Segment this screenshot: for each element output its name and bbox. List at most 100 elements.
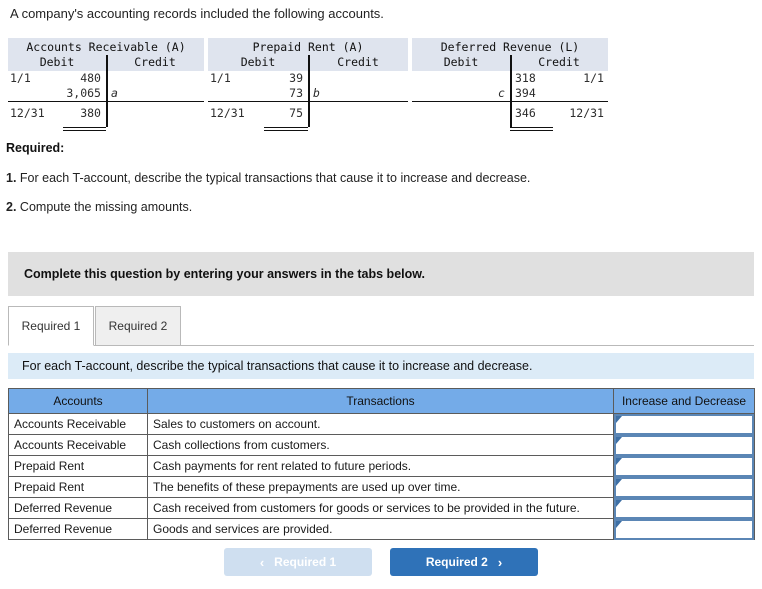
t-account-debit-amount: 380: [80, 106, 101, 120]
previous-required-1-button[interactable]: ‹ Required 1: [224, 548, 372, 576]
t-account-3: Deferred Revenue (L) Debit Credit 318 1/1 c 39…: [412, 38, 608, 131]
cell-account: Accounts Receivable: [8, 434, 148, 456]
t-account-center-line: [308, 71, 310, 86]
t-account-debit-amount: 39: [289, 71, 303, 85]
t-account-row: 3,065 a: [8, 86, 204, 101]
t-account-debit-amount: 73: [289, 86, 303, 100]
t-account-credit-label: 346: [515, 106, 536, 120]
cell-increase-decrease: [613, 413, 755, 435]
t-account-credit-amount: [163, 106, 204, 121]
t-account-balance-row: 12/31 75: [208, 106, 408, 121]
t-account-body: 318 1/1 c 394 346 12/31: [412, 71, 608, 131]
t-account-center-line: [308, 86, 310, 101]
t-account-column-headers: Debit Credit: [208, 55, 408, 72]
select-marker-icon: [616, 437, 622, 444]
tab-required-1[interactable]: Required 1: [8, 306, 94, 346]
increase-decrease-select[interactable]: [614, 435, 754, 456]
t-account-title: Accounts Receivable (A): [8, 38, 204, 55]
t-account-center-line: [106, 71, 108, 86]
cell-account: Deferred Revenue: [8, 518, 148, 540]
t-account-credit-header: Credit: [134, 55, 176, 69]
required-item-1-text: For each T-account, describe the typical…: [19, 171, 531, 185]
increase-decrease-select[interactable]: [614, 498, 754, 519]
increase-decrease-select[interactable]: [614, 414, 754, 435]
t-account-credit-label: a: [111, 86, 118, 100]
t-account-debit-header: Debit: [39, 55, 75, 69]
table-row: Prepaid Rent Cash payments for rent relat…: [8, 455, 755, 477]
t-account-credit-amount: [163, 71, 204, 86]
t-account-debit-header: Debit: [443, 55, 479, 69]
cell-transaction: Cash payments for rent related to future…: [147, 455, 614, 477]
next-required-2-button[interactable]: Required 2 ›: [390, 548, 538, 576]
col-header-transactions: Transactions: [147, 388, 614, 414]
t-account-debit-label: [412, 71, 453, 86]
t-account-row: 73 b: [208, 86, 408, 101]
t-account-credit-header: Credit: [538, 55, 580, 69]
increase-decrease-select[interactable]: [614, 477, 754, 498]
t-account-credit-amount: [163, 86, 204, 101]
table-row: Prepaid Rent The benefits of these prepay…: [8, 476, 755, 498]
callout-text: Complete this question by entering your …: [24, 267, 425, 281]
select-marker-icon: [616, 458, 622, 465]
t-account-center-line: [510, 121, 512, 127]
cell-transaction: Cash collections from customers.: [147, 434, 614, 456]
t-account-credit-amount: 1/1: [583, 71, 604, 85]
t-account-2: Prepaid Rent (A) Debit Credit 1/1 39 73 b 12/31…: [208, 38, 408, 131]
t-account-double-underline: [510, 127, 554, 131]
t-account-body: 1/1 39 73 b 12/31 75: [208, 71, 408, 131]
cell-account: Prepaid Rent: [8, 455, 148, 477]
t-account-vertical-divider: [308, 55, 310, 72]
required-item-2: 2. Compute the missing amounts.: [6, 200, 192, 214]
t-account-credit-amount: [567, 86, 608, 101]
t-account-credit-label: [308, 71, 366, 86]
intro-text: A company's accounting records included …: [10, 6, 384, 21]
t-account-center-line: [308, 106, 310, 121]
required-item-2-text: Compute the missing amounts.: [19, 200, 193, 214]
chevron-right-icon: ›: [497, 554, 503, 570]
tab-required-2[interactable]: Required 2: [95, 306, 181, 346]
t-account-center-line: [308, 121, 310, 127]
table-row: Accounts Receivable Sales to customers on…: [8, 413, 755, 435]
instruction-bar: For each T-account, describe the typical…: [8, 353, 754, 379]
cell-account: Deferred Revenue: [8, 497, 148, 519]
t-account-debit-amount: c: [498, 86, 505, 100]
t-account-debit-label: 1/1: [210, 71, 231, 85]
cell-transaction: Sales to customers on account.: [147, 413, 614, 435]
cell-increase-decrease: [613, 476, 755, 498]
cell-account: Accounts Receivable: [8, 413, 148, 435]
answer-table: Accounts Transactions Increase and Decre…: [8, 388, 755, 540]
cell-transaction: Cash received from customers for goods o…: [147, 497, 614, 519]
t-account-credit-label: [106, 106, 163, 121]
t-account-title: Prepaid Rent (A): [208, 38, 408, 55]
next-button-label: Required 2: [425, 555, 488, 569]
increase-decrease-select[interactable]: [614, 519, 754, 540]
select-marker-icon: [616, 521, 622, 528]
select-marker-icon: [616, 416, 622, 423]
t-account-row: 1/1 480: [8, 71, 204, 86]
required-heading: Required:: [6, 141, 65, 155]
increase-decrease-select[interactable]: [614, 456, 754, 477]
cell-increase-decrease: [613, 497, 755, 519]
t-account-tail: [8, 121, 204, 127]
cell-increase-decrease: [613, 518, 755, 540]
t-account-balance-row: 346 12/31: [412, 106, 608, 121]
t-account-credit-label: 318: [515, 71, 536, 85]
t-account-debit-label: 12/31: [10, 106, 45, 120]
t-account-debit-label: 12/31: [210, 106, 245, 120]
t-account-credit-label: b: [313, 86, 320, 100]
required-item-1: 1. For each T-account, describe the typi…: [6, 171, 530, 185]
t-account-debit-header: Debit: [240, 55, 276, 69]
t-account-debit-amount: 3,065: [66, 86, 101, 100]
t-account-row: c 394: [412, 86, 608, 101]
t-account-credit-amount: 12/31: [569, 106, 604, 120]
cell-transaction: Goods and services are provided.: [147, 518, 614, 540]
t-account-center-line: [510, 106, 512, 121]
select-marker-icon: [616, 500, 622, 507]
t-account-center-line: [106, 86, 108, 101]
t-account-center-line: [510, 86, 512, 101]
t-account-debit-label: [412, 86, 453, 101]
t-account-double-underline: [62, 127, 106, 131]
tab-bar: Required 1 Required 2: [8, 306, 754, 346]
t-account-row: 318 1/1: [412, 71, 608, 86]
t-account-row: 1/1 39: [208, 71, 408, 86]
